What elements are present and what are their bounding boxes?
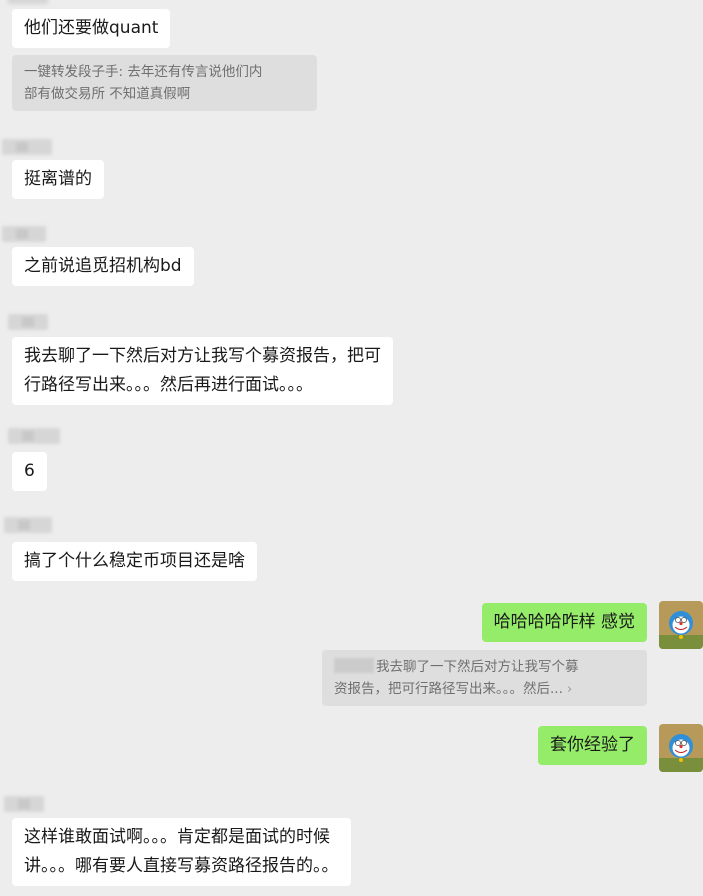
quote-line: 部有做交易所 不知道真假啊 bbox=[24, 86, 191, 102]
user-avatar[interactable] bbox=[659, 601, 703, 649]
message-text: 哈哈哈哈咋样 感觉 bbox=[493, 612, 635, 632]
message-bubble[interactable]: 这样谁敢面试啊。。。肯定都是面试的时候 讲。。。哪有要人直接写募资路径报告的。。 bbox=[12, 818, 351, 886]
message-text: 搞了个什么稳定币项目还是啥 bbox=[24, 551, 245, 571]
message-bubble[interactable]: 之前说追觅招机构bd bbox=[12, 247, 194, 286]
message-text: 6 bbox=[24, 461, 35, 481]
message-line: 我去聊了一下然后对方让我写个募资报告，把可 bbox=[24, 346, 381, 366]
message-bubble[interactable]: 挺离谱的 bbox=[12, 160, 104, 199]
message-text: 他们还要做quant bbox=[24, 18, 159, 38]
message-line: 这样谁敢面试啊。。。肯定都是面试的时候 bbox=[24, 827, 330, 847]
quoted-message[interactable]: 我去聊了一下然后对方让我写个募 资报告，把可行路径写出来。。。然后... › bbox=[322, 650, 647, 706]
sender-name-blurred bbox=[8, 428, 60, 444]
message-line: 讲。。。哪有要人直接写募资路径报告的。。 bbox=[24, 856, 339, 876]
quoted-sender-blurred bbox=[334, 658, 374, 673]
message-bubble[interactable]: 6 bbox=[12, 452, 47, 491]
quote-line: 资报告，把可行路径写出来。。。然后... bbox=[334, 681, 563, 697]
sender-name-blurred bbox=[2, 139, 52, 155]
message-text: 套你经验了 bbox=[550, 735, 635, 755]
sender-name-blurred bbox=[2, 226, 46, 242]
sender-name-blurred bbox=[8, 0, 48, 4]
outgoing-message-bubble[interactable]: 哈哈哈哈咋样 感觉 bbox=[481, 603, 647, 642]
chat-window: 他们还要做quant 一键转发段子手: 去年还有传言说他们内 部有做交易所 不知… bbox=[0, 0, 703, 896]
cartoon-robot-cat-avatar-icon bbox=[659, 724, 703, 772]
message-bubble[interactable]: 我去聊了一下然后对方让我写个募资报告，把可 行路径写出来。。。然后再进行面试。。… bbox=[12, 337, 393, 405]
quote-line: 我去聊了一下然后对方让我写个募 bbox=[376, 659, 579, 675]
sender-name-blurred bbox=[4, 517, 52, 533]
user-avatar[interactable] bbox=[659, 724, 703, 772]
message-bubble[interactable]: 搞了个什么稳定币项目还是啥 bbox=[12, 542, 257, 581]
sender-name-blurred bbox=[4, 796, 44, 812]
message-bubble[interactable]: 他们还要做quant bbox=[12, 9, 171, 48]
sender-name-blurred bbox=[8, 314, 48, 330]
quoted-message[interactable]: 一键转发段子手: 去年还有传言说他们内 部有做交易所 不知道真假啊 bbox=[12, 55, 317, 111]
outgoing-message-bubble[interactable]: 套你经验了 bbox=[538, 726, 647, 765]
message-text: 挺离谱的 bbox=[24, 169, 92, 189]
message-text: 之前说追觅招机构bd bbox=[24, 256, 182, 276]
quote-line: 一键转发段子手: 去年还有传言说他们内 bbox=[24, 64, 263, 80]
cartoon-robot-cat-avatar-icon bbox=[659, 601, 703, 649]
chevron-right-icon[interactable]: › bbox=[567, 681, 572, 697]
message-line: 行路径写出来。。。然后再进行面试。。。 bbox=[24, 375, 313, 395]
